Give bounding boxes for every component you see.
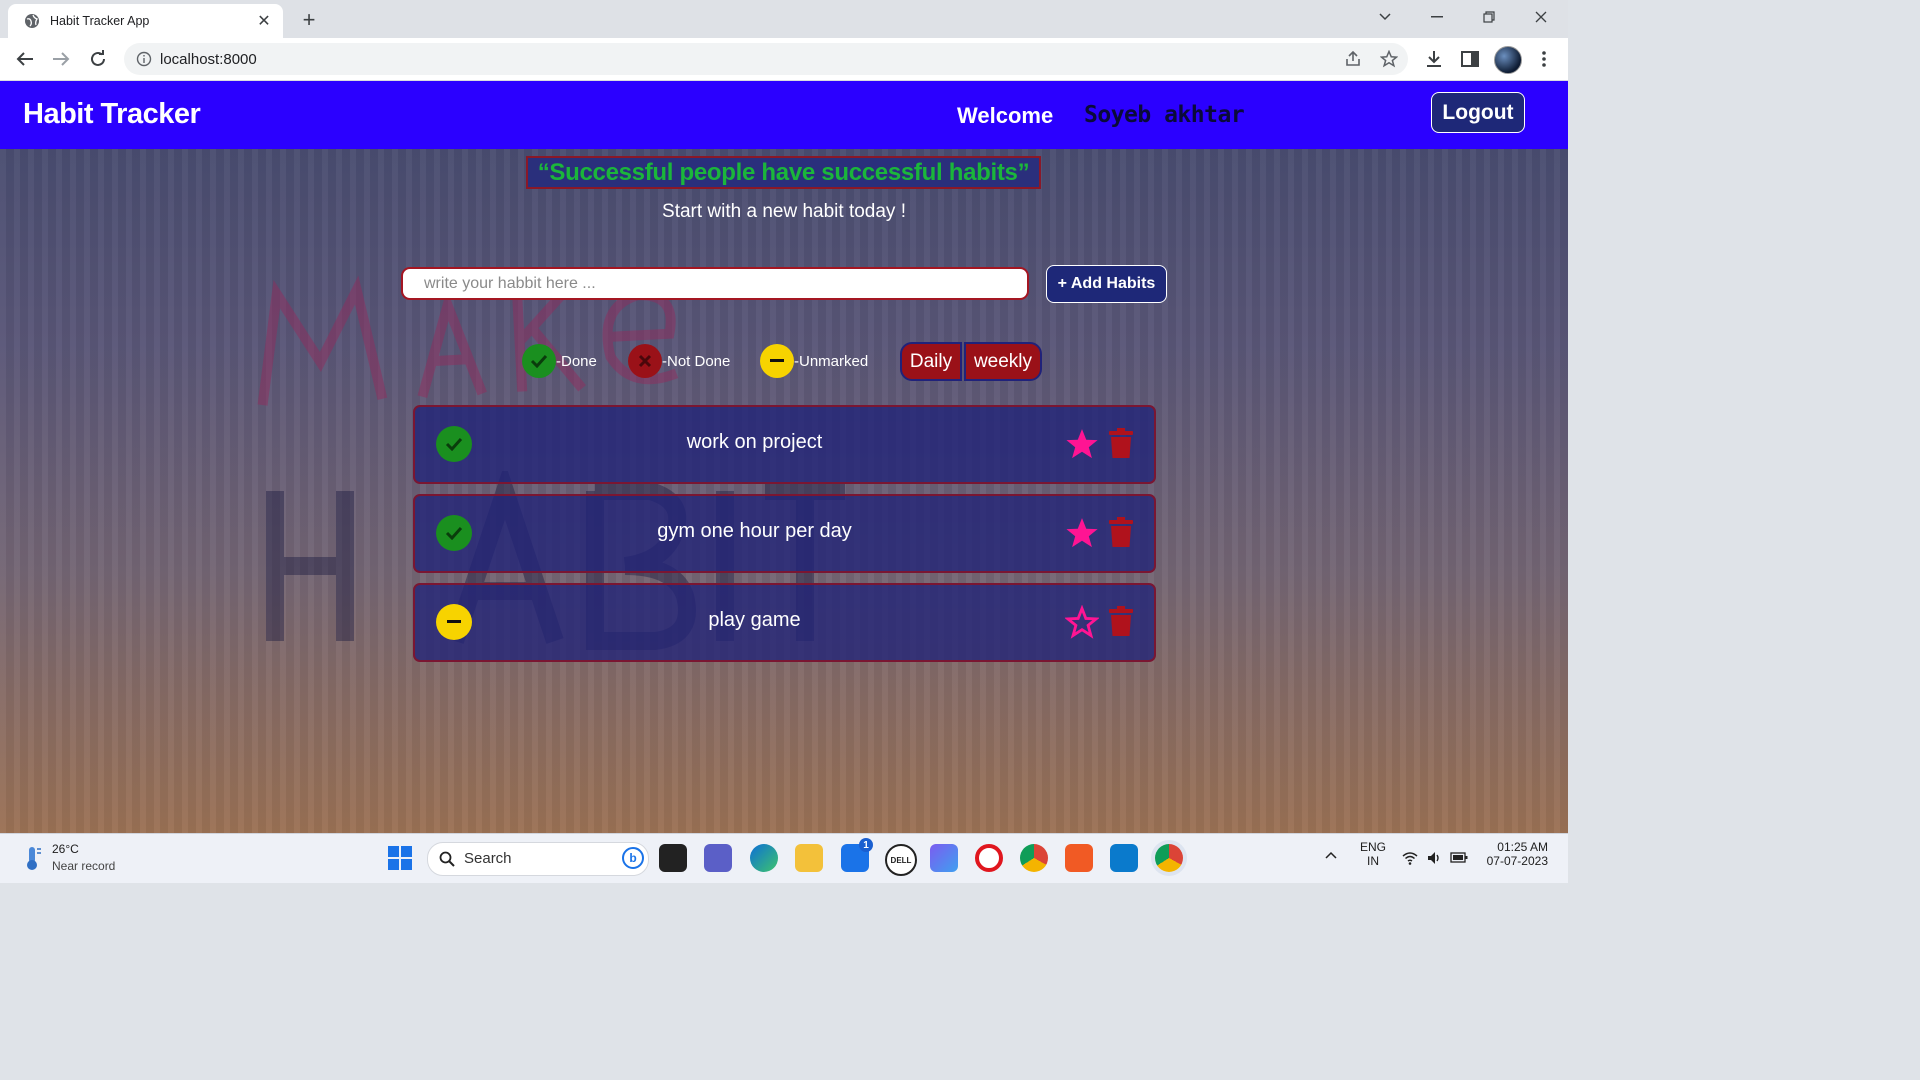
star-outline-icon[interactable] <box>1065 605 1099 639</box>
browser-tab[interactable]: Habit Tracker App ✕ <box>8 4 283 38</box>
page-content: Habit Tracker Welcome Soyeb akhtar Logou… <box>0 81 1568 833</box>
profile-avatar[interactable] <box>1494 46 1522 74</box>
windows-start-icon[interactable] <box>388 846 412 870</box>
clock-date: 07-07-2023 <box>1486 854 1548 868</box>
daily-button[interactable]: Daily <box>900 342 962 381</box>
legend-not-done: -Not Done <box>628 344 730 378</box>
habit-status-done[interactable] <box>436 426 472 462</box>
brave-icon[interactable] <box>1065 844 1093 872</box>
legend-unmarked-label: -Unmarked <box>794 352 869 370</box>
thermometer-icon[interactable] <box>22 845 42 871</box>
minus-icon <box>447 620 461 623</box>
opera-icon[interactable] <box>975 844 1003 872</box>
legend-not-done-label: -Not Done <box>662 352 731 370</box>
browser-tabstrip: Habit Tracker App ✕ + <box>0 0 1568 38</box>
legend-done-label: -Done <box>556 352 597 370</box>
page-subtitle: Start with a new habit today ! <box>662 201 906 222</box>
reload-icon[interactable] <box>86 47 110 71</box>
star-filled-icon[interactable] <box>1065 516 1099 550</box>
weekly-button[interactable]: weekly <box>964 342 1042 381</box>
back-arrow-icon[interactable] <box>13 47 37 71</box>
dell-icon[interactable]: DELL <box>885 844 917 876</box>
vscode-icon[interactable] <box>1110 844 1138 872</box>
view-toggle: Daily weekly <box>900 342 1042 381</box>
brand-title[interactable]: Habit Tracker <box>23 98 201 131</box>
chrome-icon[interactable] <box>1020 844 1048 872</box>
download-icon[interactable] <box>1422 47 1446 71</box>
habit-name: work on project <box>686 431 823 453</box>
language-line1: ENG <box>1360 840 1387 854</box>
office-icon[interactable] <box>930 844 958 872</box>
legend-unmarked: -Unmarked <box>760 344 868 378</box>
navbar: Habit Tracker Welcome Soyeb akhtar Logou… <box>0 81 1568 149</box>
minimize-icon[interactable] <box>1424 6 1450 28</box>
language-line2: IN <box>1367 854 1379 868</box>
weather-temp: 26°C <box>52 842 79 856</box>
logout-button[interactable]: Logout <box>1431 92 1525 133</box>
minus-icon <box>760 344 794 378</box>
volume-icon[interactable] <box>1426 850 1442 866</box>
chevron-up-icon[interactable] <box>1325 848 1337 862</box>
tab-close-icon[interactable]: ✕ <box>255 12 273 30</box>
chrome-active-icon[interactable] <box>1155 844 1183 872</box>
wifi-icon[interactable] <box>1402 851 1418 865</box>
teams-chat-icon[interactable] <box>704 844 732 872</box>
check-icon <box>522 344 556 378</box>
star-filled-icon[interactable] <box>1065 427 1099 461</box>
close-window-icon[interactable] <box>1528 6 1554 28</box>
clock[interactable]: 01:25 AM 07-07-2023 <box>1484 840 1548 868</box>
add-habits-button[interactable]: + Add Habits <box>1046 265 1167 303</box>
habit-card: gym one hour per day <box>413 494 1156 573</box>
cross-icon <box>628 344 662 378</box>
weather-desc: Near record <box>52 859 116 873</box>
taskbar-search[interactable]: Search b <box>427 842 649 876</box>
taskbar: 26°C Near record Search b 1 DELL ENG IN … <box>0 833 1568 883</box>
mail-badge: 1 <box>859 838 873 852</box>
welcome-text: Welcome <box>957 103 1054 128</box>
restore-icon[interactable] <box>1476 6 1502 28</box>
legend-done: -Done <box>522 344 597 378</box>
side-panel-icon[interactable] <box>1458 47 1482 71</box>
habit-name: play game <box>708 609 801 631</box>
forward-arrow-icon[interactable] <box>49 47 73 71</box>
username: Soyeb akhtar <box>1084 102 1245 128</box>
globe-icon <box>25 14 39 28</box>
habit-card: play game <box>413 583 1156 662</box>
habit-status-done[interactable] <box>436 515 472 551</box>
trash-icon[interactable] <box>1108 428 1134 459</box>
address-bar[interactable]: localhost:8000 <box>124 43 1408 75</box>
url-text: localhost:8000 <box>160 50 257 68</box>
trash-icon[interactable] <box>1108 517 1134 548</box>
search-icon <box>439 851 455 867</box>
check-icon <box>445 437 463 451</box>
file-explorer-icon[interactable] <box>795 844 823 872</box>
tab-title: Habit Tracker App <box>50 14 150 28</box>
battery-icon[interactable] <box>1450 852 1468 863</box>
bookmark-star-icon[interactable] <box>1380 50 1398 68</box>
bing-icon[interactable]: b <box>622 847 644 869</box>
search-label: Search <box>464 850 512 867</box>
motivational-quote: “Successful people have successful habit… <box>526 156 1041 189</box>
check-icon <box>445 526 463 540</box>
share-icon[interactable] <box>1344 50 1362 68</box>
clock-time: 01:25 AM <box>1497 840 1548 854</box>
language-indicator[interactable]: ENG IN <box>1360 840 1386 868</box>
habit-name: gym one hour per day <box>657 520 852 542</box>
mail-icon[interactable]: 1 <box>841 838 873 872</box>
habit-status-unmarked[interactable] <box>436 604 472 640</box>
habit-input[interactable] <box>401 267 1029 300</box>
menu-dots-icon[interactable] <box>1532 47 1556 71</box>
new-tab-icon[interactable]: + <box>298 7 320 32</box>
edge-icon[interactable] <box>750 844 778 872</box>
habit-card: work on project <box>413 405 1156 484</box>
browser-toolbar: localhost:8000 <box>0 38 1568 81</box>
trash-icon[interactable] <box>1108 606 1134 637</box>
info-icon[interactable] <box>136 51 152 67</box>
tab-search-icon[interactable] <box>1372 6 1398 28</box>
task-view-icon[interactable] <box>659 844 687 872</box>
